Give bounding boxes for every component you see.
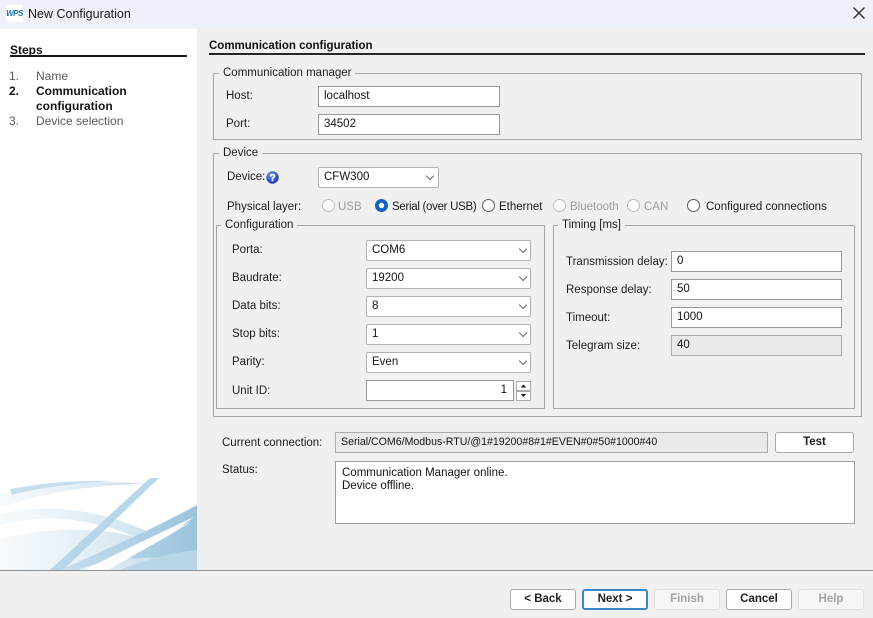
svg-text:?: ? <box>270 173 276 184</box>
